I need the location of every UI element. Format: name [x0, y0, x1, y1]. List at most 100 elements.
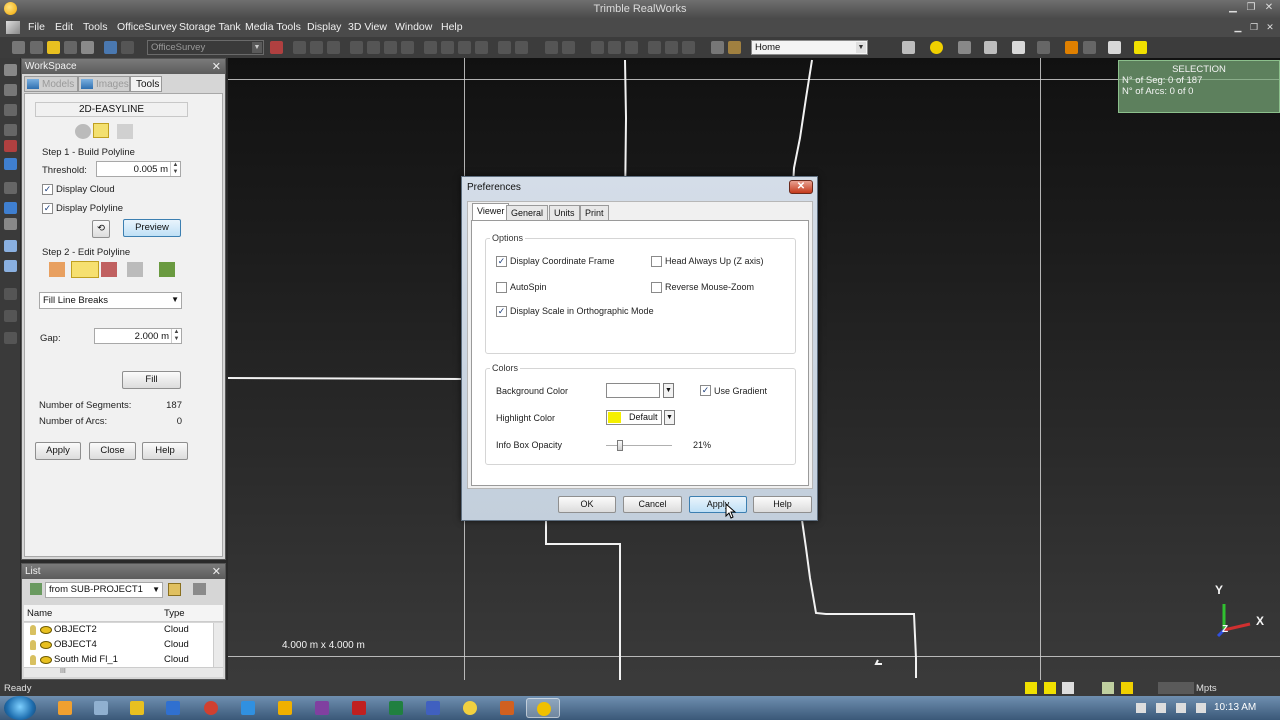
tool-icon[interactable]: [384, 41, 397, 54]
zoom-out-icon[interactable]: [4, 260, 17, 272]
zoom-in-icon[interactable]: [4, 240, 17, 252]
display-cloud-checkbox[interactable]: ✓: [42, 184, 53, 195]
warning-icon[interactable]: [1065, 41, 1078, 54]
tool-icon[interactable]: [648, 41, 661, 54]
tool-icon[interactable]: [562, 41, 575, 54]
tool-icon[interactable]: [293, 41, 306, 54]
tool-icon[interactable]: [711, 41, 724, 54]
lightbulb-icon[interactable]: [30, 625, 36, 635]
taskbar-app[interactable]: [379, 698, 413, 718]
edit-icon[interactable]: [49, 262, 65, 277]
menu-tools[interactable]: Tools: [83, 21, 108, 33]
close-icon[interactable]: ✕: [1262, 2, 1276, 14]
close-icon[interactable]: ✕: [212, 565, 221, 578]
close-icon[interactable]: ✕: [789, 180, 813, 194]
mdi-minimize-icon[interactable]: ▁: [1232, 21, 1244, 33]
tool-icon[interactable]: [4, 140, 17, 152]
tool-icon[interactable]: [4, 310, 17, 322]
highlight-color-select[interactable]: Default: [606, 410, 662, 425]
spinner-icon[interactable]: ▲ ▼: [171, 329, 181, 343]
tool-icon[interactable]: [1108, 41, 1121, 54]
tool-icon[interactable]: [591, 41, 604, 54]
reset-button[interactable]: ⟲: [92, 220, 110, 238]
scale-ortho-checkbox[interactable]: ✓: [496, 306, 507, 317]
taskbar-app[interactable]: [156, 698, 190, 718]
threshold-input[interactable]: 0.005 m ▲ ▼: [96, 161, 181, 177]
display-polyline-checkbox[interactable]: ✓: [42, 203, 53, 214]
tool-icon[interactable]: [367, 41, 380, 54]
reverse-zoom-checkbox[interactable]: [651, 282, 662, 293]
list-item[interactable]: OBJECT2 Cloud: [24, 623, 214, 638]
tool-icon[interactable]: [401, 41, 414, 54]
head-up-checkbox[interactable]: [651, 256, 662, 267]
tool-icon[interactable]: [4, 218, 17, 230]
menu-file[interactable]: File: [28, 21, 45, 33]
list-item[interactable]: South Mid Fl_1 Cloud: [24, 653, 214, 668]
close-icon[interactable]: ✕: [212, 60, 221, 73]
visibility-icon[interactable]: [40, 656, 52, 664]
menu-edit[interactable]: Edit: [55, 21, 73, 33]
lightbulb-icon[interactable]: [30, 640, 36, 650]
coordinate-frame-checkbox[interactable]: ✓: [496, 256, 507, 267]
taskbar-app[interactable]: [305, 698, 339, 718]
close-button[interactable]: Close: [89, 442, 136, 460]
box-icon[interactable]: [1012, 41, 1025, 54]
mdi-restore-icon[interactable]: ❐: [1248, 21, 1260, 33]
points-icon[interactable]: [958, 41, 971, 54]
tool-icon[interactable]: [625, 41, 638, 54]
tool-icon[interactable]: [498, 41, 511, 54]
filter-icon[interactable]: [30, 583, 42, 595]
taskbar-app[interactable]: [194, 698, 228, 718]
tab-viewer[interactable]: Viewer: [472, 203, 510, 220]
tab-general[interactable]: General: [506, 205, 549, 220]
taskbar-app[interactable]: [342, 698, 376, 718]
tool-icon[interactable]: [4, 332, 17, 344]
cloud-icon[interactable]: [902, 41, 915, 54]
document-icon[interactable]: [6, 21, 20, 34]
menu-window[interactable]: Window: [395, 21, 432, 33]
preview-button[interactable]: Preview: [123, 219, 181, 237]
taskbar-app[interactable]: [416, 698, 450, 718]
menu-media-tools[interactable]: Media Tools: [245, 21, 301, 33]
open-icon[interactable]: [30, 41, 43, 54]
menu-3d-view[interactable]: 3D View: [348, 21, 387, 33]
tab-tools[interactable]: Tools: [130, 76, 162, 92]
apply-button[interactable]: Apply: [35, 442, 81, 460]
list-source-select[interactable]: from SUB-PROJECT1 ▼: [45, 582, 163, 598]
menu-help[interactable]: Help: [441, 21, 463, 33]
tab-images[interactable]: Images: [78, 76, 130, 92]
layout-icon[interactable]: [1062, 682, 1074, 694]
minimize-icon[interactable]: ▁: [1226, 2, 1240, 14]
menu-officesurvey[interactable]: OfficeSurvey: [117, 21, 177, 33]
light-icon[interactable]: [930, 41, 943, 54]
fill-break-icon[interactable]: [71, 261, 99, 278]
background-color-swatch[interactable]: [606, 383, 660, 398]
split-icon[interactable]: [101, 262, 117, 277]
folder-icon[interactable]: [168, 583, 181, 596]
visibility-icon[interactable]: [40, 626, 52, 634]
view-options-icon[interactable]: [193, 583, 206, 595]
chevron-down-icon[interactable]: ▼: [856, 42, 866, 53]
help-button[interactable]: Help: [142, 442, 188, 460]
use-gradient-checkbox[interactable]: ✓: [700, 385, 711, 396]
menu-storage-tank[interactable]: Storage Tank: [179, 21, 241, 33]
list-scrollbar[interactable]: [213, 623, 223, 671]
column-type[interactable]: Type: [164, 608, 185, 619]
cloud-icon[interactable]: [984, 41, 997, 54]
tab-units[interactable]: Units: [549, 205, 580, 220]
tab-models[interactable]: Models: [24, 76, 78, 92]
apply-button[interactable]: Apply: [689, 496, 747, 513]
tool-icon[interactable]: [1102, 682, 1114, 694]
tool-icon[interactable]: [4, 202, 17, 214]
start-button[interactable]: [4, 696, 36, 720]
layout-icon[interactable]: [1044, 682, 1056, 694]
list-item[interactable]: OBJECT4 Cloud: [24, 638, 214, 653]
print-icon[interactable]: [81, 41, 94, 54]
tool-icon[interactable]: [327, 41, 340, 54]
autospin-checkbox[interactable]: [496, 282, 507, 293]
chevron-down-icon[interactable]: ▼: [252, 42, 262, 53]
gap-input[interactable]: 2.000 m ▲ ▼: [94, 328, 182, 344]
visibility-icon[interactable]: [40, 641, 52, 649]
undo-icon[interactable]: [104, 41, 117, 54]
tool-icon[interactable]: [4, 288, 17, 300]
